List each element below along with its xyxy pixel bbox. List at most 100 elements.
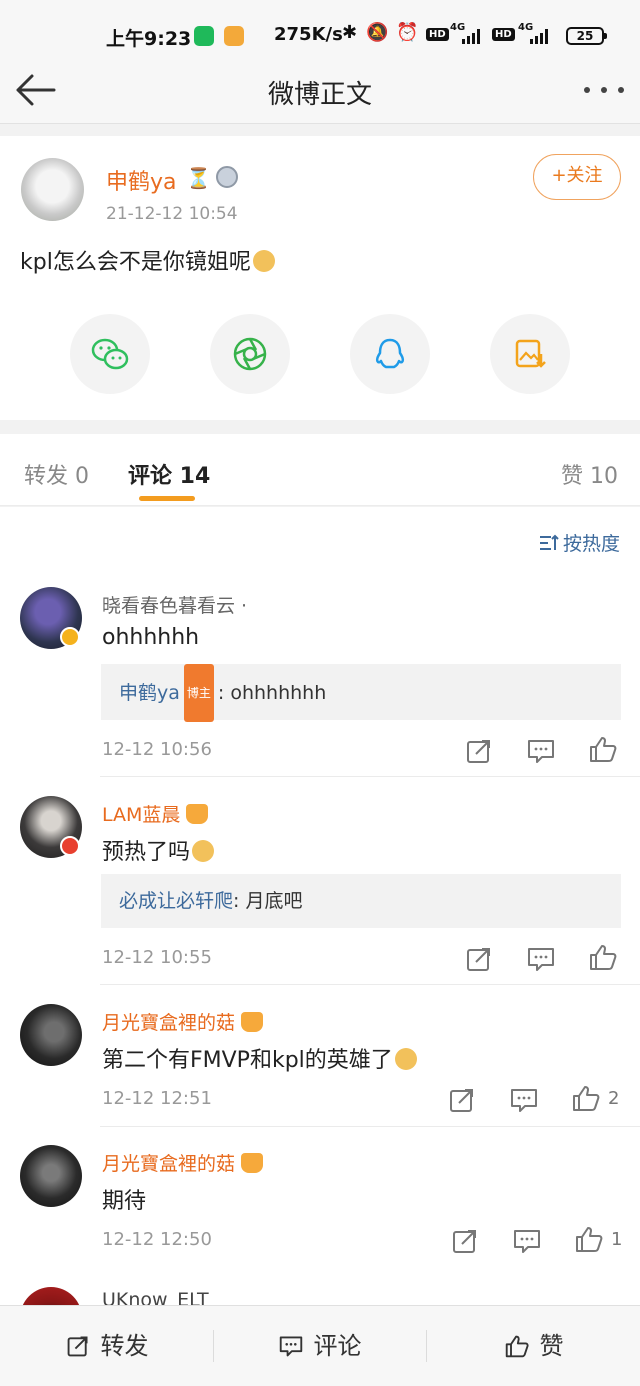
comment-text: 第二个有FMVP和kpl的英雄了 — [102, 1042, 417, 1074]
save-image-icon — [515, 339, 546, 368]
nav-bar: 微博正文 — [0, 58, 640, 124]
repost-icon — [67, 1336, 88, 1357]
commenter-name[interactable]: 月光寶盒裡的菇 — [102, 1008, 264, 1035]
page-title: 微博正文 — [267, 80, 372, 110]
qq-icon — [375, 338, 405, 369]
post-time: 21-12-12 10:54 — [106, 204, 238, 224]
moments-share-button[interactable] — [210, 314, 290, 394]
sort-label: 按热度 — [562, 533, 620, 555]
medal-icon — [216, 166, 238, 188]
hd-icon: HD — [426, 28, 449, 41]
emoji-icon — [192, 840, 215, 862]
signal-icon — [462, 28, 484, 44]
crown-icon — [241, 1012, 264, 1032]
comment-item: 月光寶盒裡的菇 期待 12-12 12:50 1 — [0, 1145, 640, 1269]
tab-comment[interactable]: 评论 14 — [128, 458, 210, 490]
more-icon[interactable] — [582, 72, 626, 108]
like-count: 2 — [608, 1088, 620, 1109]
save-image-button[interactable] — [490, 314, 570, 394]
like-icon — [505, 1335, 529, 1358]
comment-button[interactable]: 评论 — [213, 1306, 426, 1386]
commenter-name[interactable]: LAM蓝晨 — [102, 800, 209, 827]
network-speed: 275K/s — [274, 24, 343, 45]
commenter-avatar[interactable] — [20, 1145, 82, 1207]
repost-icon[interactable] — [464, 945, 494, 973]
crown-icon — [186, 804, 209, 824]
wechat-share-button[interactable] — [70, 314, 150, 394]
host-tag: 博主 — [183, 664, 214, 722]
comment-icon[interactable] — [526, 945, 556, 973]
hd-icon: HD — [492, 28, 515, 41]
tab-repost[interactable]: 转发 0 — [24, 458, 89, 490]
tab-like[interactable]: 赞 10 — [561, 458, 618, 490]
repost-icon[interactable] — [450, 1227, 480, 1255]
comment-item: 月光寶盒裡的菇 第二个有FMVP和kpl的英雄了 12-12 12:51 2 — [0, 1004, 640, 1128]
post-text-content: kpl怎么会不是你镜姐呢 — [20, 250, 251, 275]
share-row — [0, 314, 640, 394]
reply-user[interactable]: 申鹤ya — [119, 682, 180, 704]
reply-text: : ohhhhhhh — [217, 682, 327, 704]
divider — [100, 776, 640, 777]
phone-app-icon — [194, 26, 214, 46]
verified-badge-icon — [60, 836, 80, 856]
author-name[interactable]: 申鹤ya — [106, 164, 177, 196]
commenter-name-text: LAM蓝晨 — [102, 804, 181, 826]
commenter-name[interactable]: 晓看春色暮看云 · — [102, 591, 247, 618]
post-card: 申鹤ya ⏳ 21-12-12 10:54 +关注 kpl怎么会不是你镜姐呢 — [0, 136, 640, 420]
comment-text-content: 第二个有FMVP和kpl的英雄了 — [102, 1048, 393, 1073]
repost-icon[interactable] — [447, 1086, 477, 1114]
comment-list: 按热度 晓看春色暮看云 · ohhhhhh 申鹤ya 博主: ohhhhhhh 1… — [0, 507, 640, 1307]
divider — [100, 1126, 640, 1127]
comment-item: UKnow_ELT — [0, 1287, 640, 1307]
doge-emoji-icon — [252, 250, 275, 272]
comment-label: 评论 — [313, 1332, 362, 1360]
author-avatar[interactable] — [21, 158, 84, 221]
comment-icon[interactable] — [512, 1227, 542, 1255]
commenter-avatar[interactable] — [20, 1004, 82, 1066]
reply-text: : 月底吧 — [233, 890, 303, 912]
comment-item: LAM蓝晨 预热了吗 必成让必轩爬: 月底吧 12-12 10:55 — [0, 796, 640, 986]
repost-button[interactable]: 转发 — [0, 1306, 213, 1386]
status-time: 上午9:23 — [106, 28, 192, 50]
commenter-avatar[interactable] — [20, 1287, 82, 1307]
verified-badge-icon — [60, 627, 80, 647]
tab-indicator — [139, 496, 195, 501]
comment-icon[interactable] — [509, 1086, 539, 1114]
bluetooth-icon: ✱ — [342, 22, 358, 43]
doge-emoji-icon — [394, 1048, 417, 1070]
commenter-name[interactable]: 月光寶盒裡的菇 — [102, 1149, 264, 1176]
post-text: kpl怎么会不是你镜姐呢 — [20, 244, 275, 276]
divider — [100, 984, 640, 985]
battery-icon: 25 — [566, 27, 607, 45]
comment-time: 12-12 12:51 — [102, 1088, 212, 1109]
repost-icon[interactable] — [464, 737, 494, 765]
mute-icon: 🔕 — [366, 22, 389, 43]
comment-item: 晓看春色暮看云 · ohhhhhh 申鹤ya 博主: ohhhhhhh 12-12… — [0, 587, 640, 777]
like-icon[interactable] — [571, 1084, 601, 1112]
like-icon[interactable] — [574, 1225, 604, 1253]
comment-icon[interactable] — [526, 737, 556, 765]
comment-tabs: 转发 0 评论 14 赞 10 — [0, 434, 640, 506]
wechat-icon — [91, 338, 129, 370]
signal-icon — [530, 28, 552, 44]
comment-text-content: 预热了吗 — [102, 840, 191, 865]
like-button[interactable]: 赞 — [427, 1306, 640, 1386]
like-icon[interactable] — [588, 943, 618, 971]
like-icon[interactable] — [588, 735, 618, 763]
reply-user[interactable]: 必成让必轩爬 — [119, 890, 233, 912]
hourglass-icon: ⏳ — [186, 166, 211, 190]
sort-icon — [539, 534, 559, 550]
comment-reply[interactable]: 申鹤ya 博主: ohhhhhhh — [101, 664, 621, 722]
notes-app-icon — [224, 26, 244, 46]
sort-button[interactable]: 按热度 — [539, 529, 620, 556]
crown-icon — [241, 1153, 264, 1173]
comment-text: ohhhhhh — [102, 625, 200, 650]
comment-reply[interactable]: 必成让必轩爬: 月底吧 — [101, 874, 621, 928]
follow-button[interactable]: +关注 — [533, 154, 621, 200]
bottom-action-bar: 转发 评论 赞 — [0, 1305, 640, 1386]
qq-share-button[interactable] — [350, 314, 430, 394]
like-count: 1 — [611, 1229, 623, 1250]
repost-label: 转发 — [100, 1332, 149, 1360]
commenter-name-text: 月光寶盒裡的菇 — [102, 1153, 236, 1175]
comment-time: 12-12 10:55 — [102, 947, 212, 968]
